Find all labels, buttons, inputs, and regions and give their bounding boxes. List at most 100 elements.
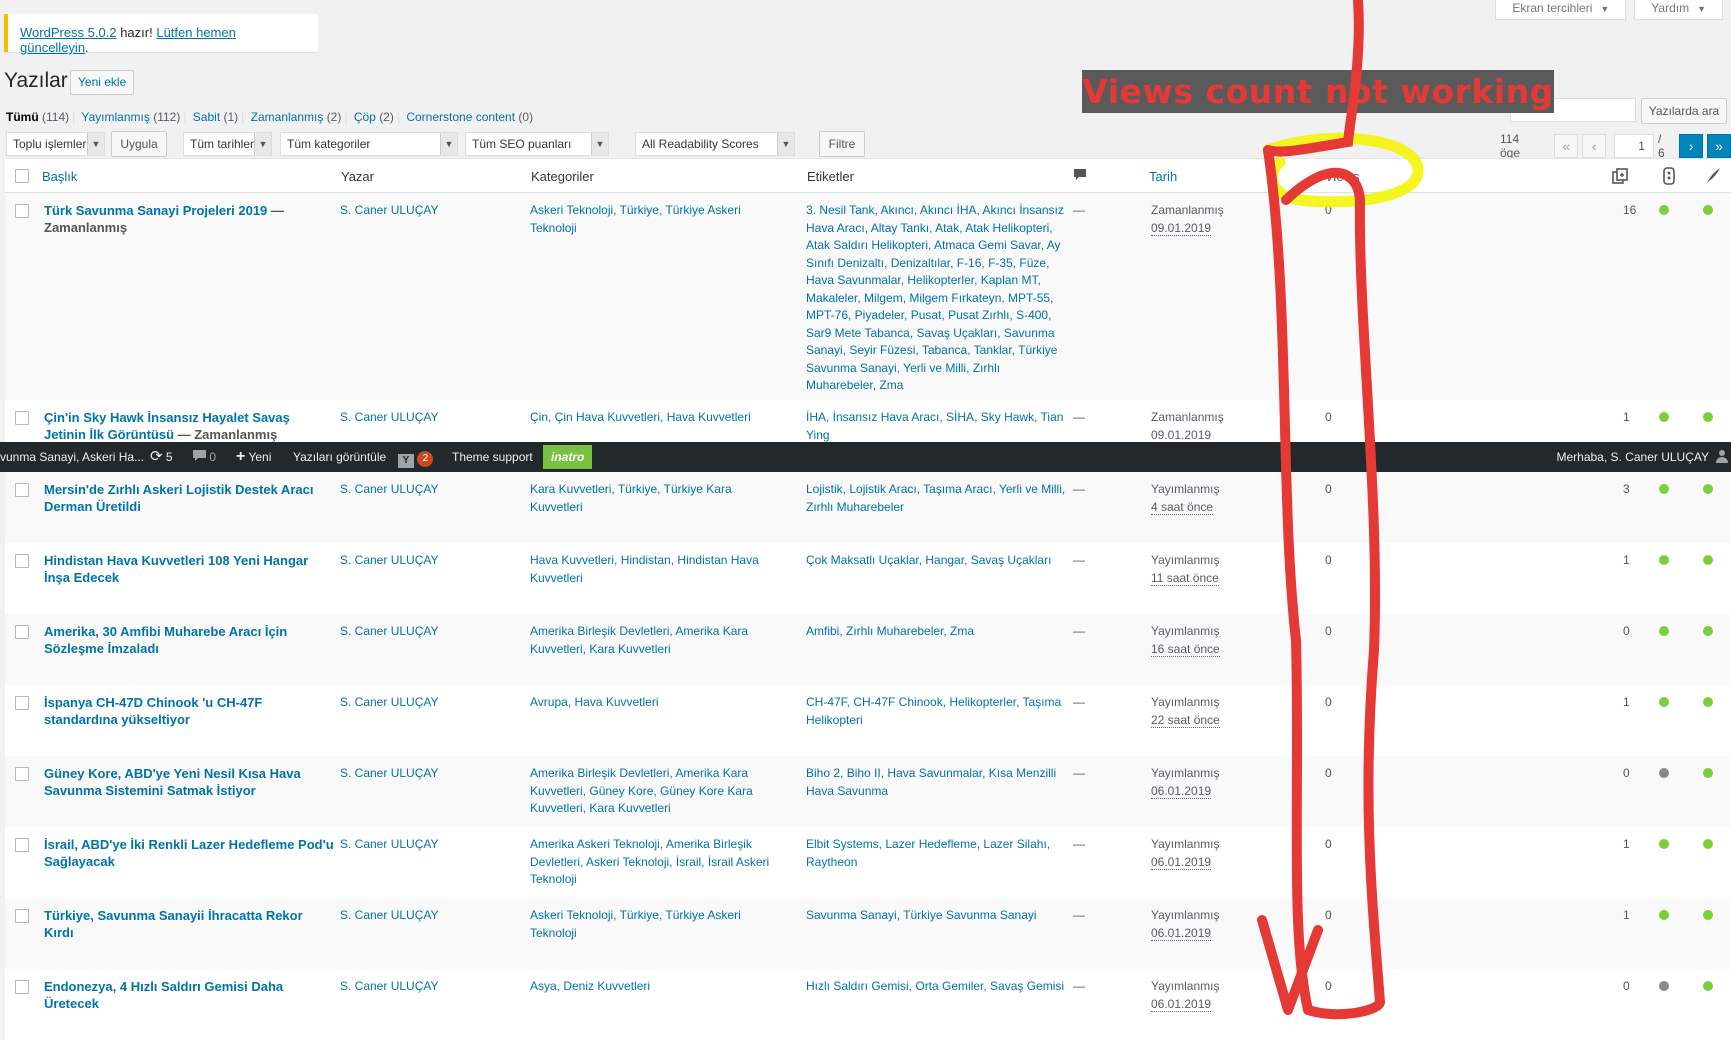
- post-title-text[interactable]: Hindistan Hava Kuvvetleri 108 Yeni Hanga…: [44, 553, 308, 585]
- row-checkbox[interactable]: [15, 909, 29, 923]
- category-filter-select[interactable]: Tüm kategoriler ▼: [280, 132, 458, 156]
- post-title-text[interactable]: Türk Savunma Sanayi Projeleri 2019: [44, 203, 267, 218]
- post-title[interactable]: İsrail, ABD'ye İki Renkli Lazer Hedeflem…: [44, 836, 334, 870]
- column-date[interactable]: Tarih: [1149, 169, 1177, 184]
- post-categories[interactable]: Amerika Birleşik Devletleri, Amerika Kar…: [530, 623, 785, 658]
- filter-trash-link[interactable]: Çöp: [354, 110, 376, 124]
- post-tags[interactable]: Hızlı Saldırı Gemisi, Orta Gemiler, Sava…: [806, 978, 1066, 996]
- post-title-text[interactable]: Türkiye, Savunma Sanayii İhracatta Rekor…: [44, 908, 303, 940]
- last-page-button[interactable]: »: [1707, 134, 1731, 158]
- select-all-checkbox[interactable]: [15, 169, 29, 183]
- post-title-text[interactable]: İsrail, ABD'ye İki Renkli Lazer Hedeflem…: [44, 837, 334, 869]
- post-title[interactable]: Çin'in Sky Hawk İnsansız Hayalet Savaş J…: [44, 409, 334, 443]
- filter-sticky-link[interactable]: Sabit: [193, 110, 220, 124]
- row-checkbox[interactable]: [15, 204, 29, 218]
- add-new-button[interactable]: Yeni ekle: [70, 70, 135, 95]
- post-title[interactable]: Güney Kore, ABD'ye Yeni Nesil Kısa Hava …: [44, 765, 334, 799]
- row-checkbox[interactable]: [15, 483, 29, 497]
- readability-status-dot: [1703, 981, 1713, 991]
- post-title-text[interactable]: Amerika, 30 Amfibi Muharebe Aracı İçin S…: [44, 624, 287, 656]
- post-tags[interactable]: İHA, İnsansız Hava Aracı, SİHA, Sky Hawk…: [806, 409, 1066, 444]
- post-author[interactable]: S. Caner ULUÇAY: [340, 765, 520, 783]
- readability-select[interactable]: All Readability Scores ▼: [635, 132, 795, 156]
- post-author[interactable]: S. Caner ULUÇAY: [340, 907, 520, 925]
- post-author[interactable]: S. Caner ULUÇAY: [340, 552, 520, 570]
- post-title[interactable]: Türkiye, Savunma Sanayii İhracatta Rekor…: [44, 907, 334, 941]
- date-filter-select[interactable]: Tüm tarihler ▼: [183, 132, 272, 156]
- site-name-link[interactable]: vunma Sanayi, Askeri Ha...: [0, 442, 144, 472]
- post-date: Yayımlanmış 06.01.2019: [1151, 836, 1301, 871]
- post-title[interactable]: İspanya CH-47D Chinook 'u CH-47F standar…: [44, 694, 334, 728]
- row-checkbox[interactable]: [15, 411, 29, 425]
- post-title-text[interactable]: İspanya CH-47D Chinook 'u CH-47F standar…: [44, 695, 262, 727]
- post-author[interactable]: S. Caner ULUÇAY: [340, 202, 520, 220]
- post-categories[interactable]: Avrupa, Hava Kuvvetleri: [530, 694, 785, 712]
- updates-link[interactable]: ⟳ 5: [150, 442, 173, 472]
- seo-status-dot: [1659, 981, 1669, 991]
- first-page-button[interactable]: «: [1554, 134, 1579, 158]
- search-posts-button[interactable]: Yazılarda ara: [1641, 98, 1727, 124]
- row-checkbox[interactable]: [15, 980, 29, 994]
- screen-options-toggle[interactable]: Ekran tercihleri ▼: [1495, 0, 1627, 20]
- post-author[interactable]: S. Caner ULUÇAY: [340, 409, 520, 427]
- filter-published-link[interactable]: Yayımlanmış: [81, 110, 149, 124]
- post-categories[interactable]: Hava Kuvvetleri, Hindistan, Hindistan Ha…: [530, 552, 785, 587]
- row-checkbox[interactable]: [15, 696, 29, 710]
- new-content-link[interactable]: + Yeni: [236, 442, 271, 472]
- post-title[interactable]: Amerika, 30 Amfibi Muharebe Aracı İçin S…: [44, 623, 334, 657]
- chevron-down-icon: ▼: [591, 133, 608, 155]
- post-categories[interactable]: Asya, Deniz Kuvvetleri: [530, 978, 785, 996]
- theme-support-link[interactable]: Theme support: [452, 442, 533, 472]
- post-title-text[interactable]: Mersin'de Zırhlı Askeri Lojistik Destek …: [44, 482, 313, 514]
- filter-button[interactable]: Filtre: [819, 131, 865, 157]
- wordpress-version-link[interactable]: WordPress 5.0.2: [20, 25, 117, 40]
- post-status: Zamanlanmış: [1151, 410, 1224, 424]
- help-toggle[interactable]: Yardım ▼: [1634, 0, 1723, 20]
- next-page-button[interactable]: ›: [1679, 134, 1704, 158]
- post-tags[interactable]: Amfibi, Zırhlı Muharebeler, Zma: [806, 623, 1066, 641]
- post-title-text[interactable]: Güney Kore, ABD'ye Yeni Nesil Kısa Hava …: [44, 766, 301, 798]
- post-title[interactable]: Hindistan Hava Kuvvetleri 108 Yeni Hanga…: [44, 552, 334, 586]
- post-tags[interactable]: 3. Nesil Tank, Akıncı, Akıncı İHA, Akınc…: [806, 202, 1066, 395]
- post-tags[interactable]: Elbit Systems, Lazer Hedefleme, Lazer Si…: [806, 836, 1066, 871]
- bulk-actions-select[interactable]: Toplu işlemler ▼: [6, 132, 105, 156]
- yoast-menu[interactable]: Y 2: [398, 442, 434, 472]
- post-categories[interactable]: Amerika Askeri Teknoloji, Amerika Birleş…: [530, 836, 785, 889]
- post-author[interactable]: S. Caner ULUÇAY: [340, 623, 520, 641]
- post-tags[interactable]: Çok Maksatlı Uçaklar, Hangar, Savaş Uçak…: [806, 552, 1066, 570]
- post-categories[interactable]: Askeri Teknoloji, Türkiye, Türkiye Asker…: [530, 202, 785, 237]
- column-title[interactable]: Başlık: [42, 169, 77, 184]
- post-categories[interactable]: Kara Kuvvetleri, Türkiye, Türkiye Kara K…: [530, 481, 785, 516]
- apply-button[interactable]: Uygula: [111, 131, 167, 157]
- post-categories[interactable]: Askeri Teknoloji, Türkiye, Türkiye Asker…: [530, 907, 785, 942]
- post-author[interactable]: S. Caner ULUÇAY: [340, 978, 520, 996]
- post-title[interactable]: Türk Savunma Sanayi Projeleri 2019 — Zam…: [44, 202, 334, 236]
- post-title-text[interactable]: Endonezya, 4 Hızlı Saldırı Gemisi Daha Ü…: [44, 979, 283, 1011]
- post-categories[interactable]: Amerika Birleşik Devletleri, Amerika Kar…: [530, 765, 785, 818]
- post-title[interactable]: Mersin'de Zırhlı Askeri Lojistik Destek …: [44, 481, 334, 515]
- prev-page-button[interactable]: ‹: [1582, 134, 1607, 158]
- seo-score-select[interactable]: Tüm SEO puanları ▼: [465, 132, 609, 156]
- post-author[interactable]: S. Caner ULUÇAY: [340, 481, 520, 499]
- post-title[interactable]: Endonezya, 4 Hızlı Saldırı Gemisi Daha Ü…: [44, 978, 334, 1012]
- internal-links-icon: [1611, 167, 1629, 188]
- current-page-input[interactable]: 1: [1614, 134, 1654, 158]
- post-categories[interactable]: Çin, Çin Hava Kuvvetleri, Hava Kuvvetler…: [530, 409, 785, 427]
- status-filter-links: Tümü (114) | Yayımlanmış (112) | Sabit (1)…: [6, 110, 534, 124]
- row-checkbox[interactable]: [15, 838, 29, 852]
- post-author[interactable]: S. Caner ULUÇAY: [340, 836, 520, 854]
- row-checkbox[interactable]: [15, 554, 29, 568]
- view-posts-link[interactable]: Yazıları görüntüle: [293, 442, 386, 472]
- row-checkbox[interactable]: [15, 767, 29, 781]
- post-tags[interactable]: Lojistik, Lojistik Aracı, Taşıma Aracı, …: [806, 481, 1066, 516]
- post-tags[interactable]: Biho 2, Biho II, Hava Savunmalar, Kısa M…: [806, 765, 1066, 800]
- row-checkbox[interactable]: [15, 625, 29, 639]
- post-author[interactable]: S. Caner ULUÇAY: [340, 694, 520, 712]
- account-greeting[interactable]: Merhaba, S. Caner ULUÇAY: [1556, 442, 1709, 472]
- filter-cornerstone-link[interactable]: Cornerstone content: [406, 110, 515, 124]
- post-tags[interactable]: Savunma Sanayi, Türkiye Savunma Sanayi: [806, 907, 1066, 925]
- post-tags[interactable]: CH-47F, CH-47F Chinook, Helikopterler, T…: [806, 694, 1066, 729]
- filter-scheduled-link[interactable]: Zamanlanmış: [251, 110, 324, 124]
- filter-all-link[interactable]: Tümü: [6, 110, 39, 124]
- comments-link[interactable]: 0: [193, 442, 216, 472]
